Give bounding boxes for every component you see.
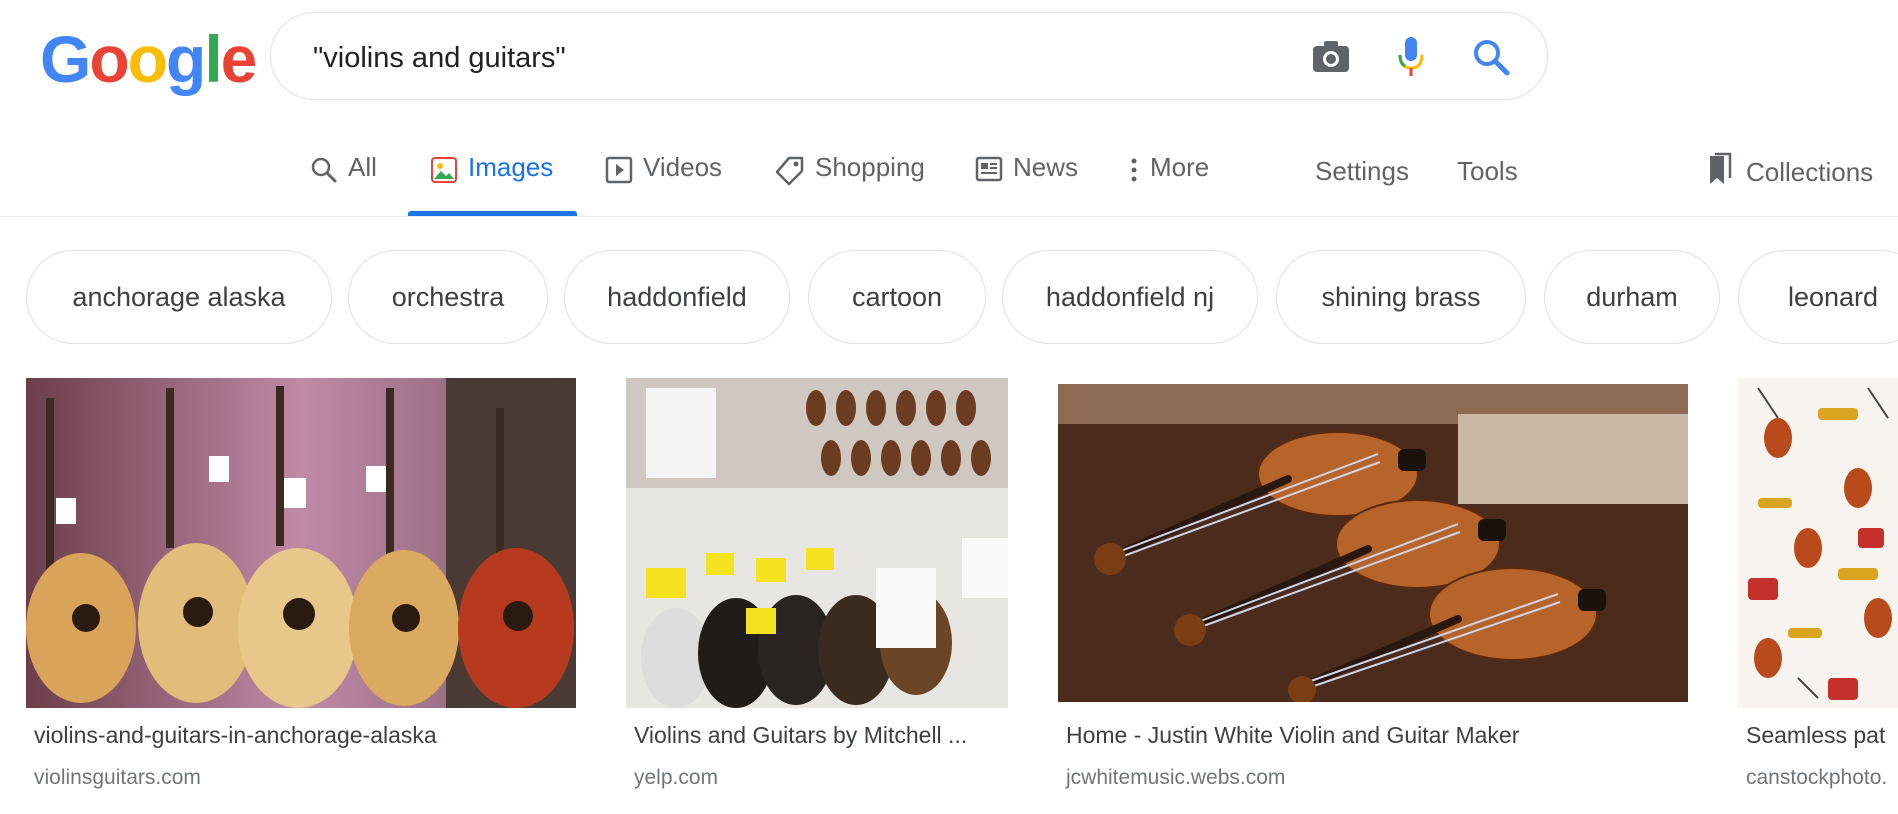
- logo-letter: G: [40, 22, 91, 96]
- result-source: yelp.com: [634, 766, 719, 789]
- result-source: jcwhitemusic.webs.com: [1066, 766, 1286, 789]
- tab-label: Images: [468, 152, 554, 182]
- google-logo[interactable]: Google: [40, 22, 258, 96]
- chip[interactable]: leonard: [1738, 250, 1898, 344]
- logo-letter: e: [220, 22, 258, 96]
- result-thumbnail: [1058, 384, 1688, 702]
- tab-shopping[interactable]: Shopping: [775, 152, 925, 216]
- collections-label: Collections: [1746, 157, 1874, 187]
- tag-icon: [775, 156, 805, 193]
- result-caption: Seamless pat: [1746, 722, 1886, 748]
- tab-news[interactable]: News: [975, 152, 1078, 216]
- more-vert-icon: [1128, 156, 1140, 191]
- chip[interactable]: haddonfield: [564, 250, 790, 344]
- result-caption: Home - Justin White Violin and Guitar Ma…: [1066, 722, 1520, 748]
- logo-letter: g: [166, 22, 206, 96]
- result-thumbnail: [1738, 378, 1898, 708]
- bookmark-icon: [1706, 152, 1734, 193]
- search-icon[interactable]: [1467, 33, 1515, 81]
- tab-label: All: [348, 152, 377, 182]
- camera-icon[interactable]: [1307, 33, 1355, 81]
- chip[interactable]: anchorage alaska: [26, 250, 332, 344]
- tab-label: Videos: [643, 152, 723, 182]
- play-icon: [605, 156, 633, 191]
- tab-videos[interactable]: Videos: [605, 152, 722, 216]
- chip[interactable]: orchestra: [348, 250, 548, 344]
- chip[interactable]: haddonfield nj: [1002, 250, 1258, 344]
- result-thumbnail: [626, 378, 1008, 708]
- search-input[interactable]: [311, 35, 1315, 81]
- tab-label: News: [1013, 152, 1079, 182]
- result-caption: Violins and Guitars by Mitchell ...: [634, 722, 968, 748]
- collections-link[interactable]: Collections: [1706, 152, 1873, 193]
- tab-more[interactable]: More: [1128, 152, 1209, 216]
- result-source: violinsguitars.com: [34, 766, 201, 789]
- tab-all[interactable]: All: [310, 152, 377, 216]
- chip[interactable]: cartoon: [808, 250, 986, 344]
- search-icon: [310, 156, 338, 191]
- result-source: canstockphoto.: [1746, 766, 1888, 789]
- result-thumbnail: [26, 378, 576, 708]
- chip[interactable]: durham: [1544, 250, 1720, 344]
- search-box: [270, 12, 1548, 100]
- tab-label: Shopping: [815, 152, 925, 182]
- logo-letter: o: [127, 22, 168, 96]
- search-tabs: All Images Videos Shopping News More Set…: [0, 140, 1898, 217]
- logo-letter: l: [204, 22, 222, 96]
- tab-images[interactable]: Images: [407, 152, 578, 216]
- logo-letter: o: [89, 22, 129, 96]
- microphone-icon[interactable]: [1387, 33, 1435, 81]
- tools-link[interactable]: Tools: [1457, 156, 1518, 187]
- tab-label: More: [1150, 152, 1210, 182]
- image-icon: [430, 156, 458, 191]
- newspaper-icon: [975, 156, 1003, 189]
- chip[interactable]: shining brass: [1276, 250, 1526, 344]
- settings-link[interactable]: Settings: [1315, 156, 1409, 187]
- result-caption: violins-and-guitars-in-anchorage-alaska: [34, 722, 437, 748]
